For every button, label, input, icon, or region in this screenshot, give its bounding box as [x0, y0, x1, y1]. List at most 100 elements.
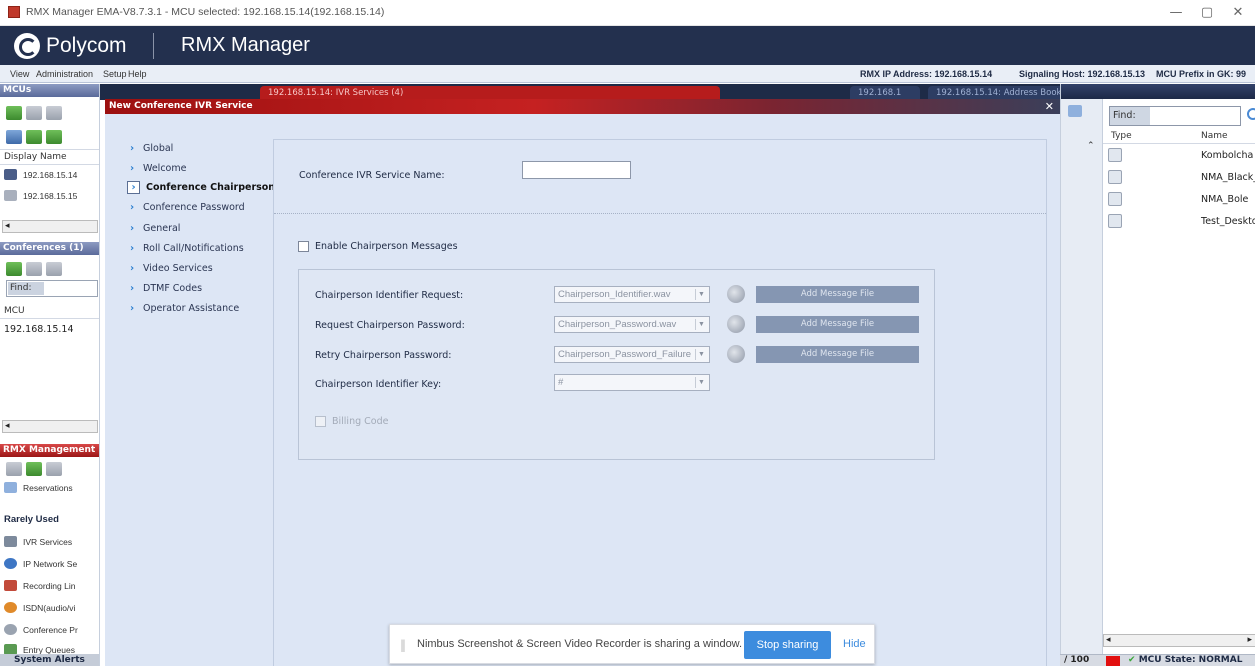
identifier-key-select[interactable]: # ▼ [554, 374, 710, 391]
add-message-file-button[interactable]: Add Message File [756, 286, 919, 303]
chevron-right-icon: › [129, 222, 135, 234]
management-toolbar [6, 462, 62, 476]
nav-roll-call[interactable]: › Roll Call/Notifications [127, 243, 244, 254]
enable-chairperson-label: Enable Chairperson Messages [315, 241, 458, 252]
service-name-input[interactable] [522, 161, 631, 179]
chevron-down-icon: ▼ [695, 349, 707, 360]
billing-code-checkbox[interactable] [315, 416, 326, 427]
close-icon[interactable]: ✕ [1226, 4, 1250, 22]
reset-mcu-icon[interactable] [46, 106, 62, 120]
disconnect-mcu-icon[interactable] [26, 106, 42, 120]
menu-setup[interactable]: Setup [103, 69, 127, 79]
collapse-up-icon[interactable]: ⌃ [1087, 141, 1095, 151]
management-item-conference-profiles[interactable]: Conference Pr [4, 624, 78, 635]
nav-dtmf-codes[interactable]: › DTMF Codes [127, 283, 202, 294]
menu-administration[interactable]: Administration [36, 69, 93, 79]
app-name: RMX Manager [181, 34, 310, 56]
conference-properties-icon[interactable] [46, 262, 62, 276]
address-book-tree: ⌃ [1061, 99, 1103, 666]
add-mcu-icon[interactable] [26, 130, 42, 144]
participant-icon [1108, 148, 1122, 162]
collapse-icon[interactable] [6, 462, 22, 476]
new-conference-icon[interactable] [6, 262, 22, 276]
conference-scrollbar[interactable]: ◂ [2, 420, 98, 433]
service-name-label: Conference IVR Service Name: [299, 170, 445, 181]
dialog-close-icon[interactable]: ✕ [1045, 99, 1054, 114]
new-ivr-service-dialog: New Conference IVR Service ✕ › Global › We… [105, 99, 1060, 666]
app-logo-icon [8, 6, 20, 18]
nav-label: Video Services [143, 263, 213, 274]
management-item-ip-network[interactable]: IP Network Se [4, 558, 77, 569]
request-password-select[interactable]: Chairperson_Password.wav ▼ [554, 316, 710, 333]
nav-label: General [143, 223, 181, 234]
nav-welcome[interactable]: › Welcome [127, 163, 187, 174]
participant-name: NMA_Black_ [1201, 172, 1255, 183]
management-item-isdn[interactable]: ISDN(audio/vi [4, 602, 75, 613]
system-alerts-title[interactable]: System Alerts [0, 654, 99, 666]
tab-ivr-services[interactable]: 192.168.15.14: IVR Services (4) [260, 86, 720, 100]
nav-global[interactable]: › Global [127, 143, 173, 154]
menu-view[interactable]: View [10, 69, 29, 79]
divider [1103, 143, 1255, 144]
participant-count: / 100 [1064, 655, 1090, 665]
play-icon[interactable] [727, 345, 745, 363]
mcu-icon [4, 190, 17, 201]
chevron-right-icon: › [129, 201, 135, 213]
list-item[interactable]: NMA_Black_ [1103, 168, 1255, 190]
mcu-scrollbar[interactable]: ◂ [2, 220, 98, 233]
nav-operator-assistance[interactable]: › Operator Assistance [127, 303, 239, 314]
add-message-file-button[interactable]: Add Message File [756, 316, 919, 333]
list-icon[interactable] [46, 462, 62, 476]
type-column-header[interactable]: Type [1111, 131, 1132, 141]
chevron-right-icon: › [129, 142, 135, 154]
conference-row[interactable]: 192.168.15.14 [4, 324, 74, 335]
identifier-request-select[interactable]: Chairperson_Identifier.wav ▼ [554, 286, 710, 303]
maximize-icon[interactable]: ▢ [1195, 4, 1219, 22]
connect-mcu-icon[interactable] [6, 106, 22, 120]
mcu-row[interactable]: 192.168.15.15 [4, 190, 77, 201]
list-item[interactable]: NMA_Bole [1103, 190, 1255, 212]
check-icon: ✔ [1128, 655, 1136, 665]
retry-password-select[interactable]: Chairperson_Password_Failure ▼ [554, 346, 710, 363]
hide-button[interactable]: Hide [843, 638, 866, 650]
management-item-ivr-services[interactable]: IVR Services [4, 536, 72, 547]
list-item[interactable]: Test_Deskto [1103, 212, 1255, 234]
play-icon[interactable] [727, 285, 745, 303]
name-column-header[interactable]: Name [1201, 131, 1228, 141]
app-header: Polycom RMX Manager [0, 26, 1255, 65]
edit-mcu-icon[interactable] [46, 130, 62, 144]
search-icon[interactable] [1247, 108, 1255, 120]
drag-handle-icon[interactable]: ‖ [400, 638, 406, 652]
divider [274, 213, 1046, 214]
nav-conference-password[interactable]: › Conference Password [127, 202, 245, 213]
mcu-column-header[interactable]: MCU [4, 306, 25, 316]
nav-video-services[interactable]: › Video Services [127, 263, 213, 274]
play-icon[interactable] [727, 315, 745, 333]
enable-chairperson-checkbox[interactable] [298, 241, 309, 252]
search-icon[interactable] [6, 130, 22, 144]
network-icon[interactable] [26, 462, 42, 476]
add-message-file-button[interactable]: Add Message File [756, 346, 919, 363]
address-book-icon[interactable] [1068, 105, 1082, 117]
management-item-recording[interactable]: Recording Lin [4, 580, 75, 591]
management-item-label: Recording Lin [23, 580, 76, 591]
nav-general[interactable]: › General [127, 222, 181, 234]
list-item[interactable]: Kombolcha [1103, 146, 1255, 168]
address-book-scrollbar[interactable]: ◂ ▸ [1103, 634, 1255, 647]
minimize-icon[interactable]: — [1164, 4, 1188, 22]
management-item-label: IP Network Se [23, 558, 78, 569]
divider [0, 149, 99, 150]
tab-192[interactable]: 192.168.1 [850, 86, 920, 100]
divider [0, 318, 99, 319]
nav-conference-chairperson[interactable]: › Conference Chairperson [127, 181, 275, 194]
mcu-row[interactable]: 192.168.15.14 [4, 169, 77, 180]
delete-conference-icon[interactable] [26, 262, 42, 276]
chairperson-messages-panel: Chairperson Identifier Request: Chairper… [298, 269, 935, 460]
stop-sharing-button[interactable]: Stop sharing [744, 631, 831, 659]
conference-find-input[interactable]: Find: [6, 280, 98, 297]
management-item-reservations[interactable]: Reservations [4, 482, 73, 493]
address-book-find-input[interactable]: Find: [1109, 106, 1241, 126]
display-name-header[interactable]: Display Name [4, 152, 67, 162]
menu-help[interactable]: Help [128, 69, 147, 79]
select-value: # [558, 377, 564, 388]
